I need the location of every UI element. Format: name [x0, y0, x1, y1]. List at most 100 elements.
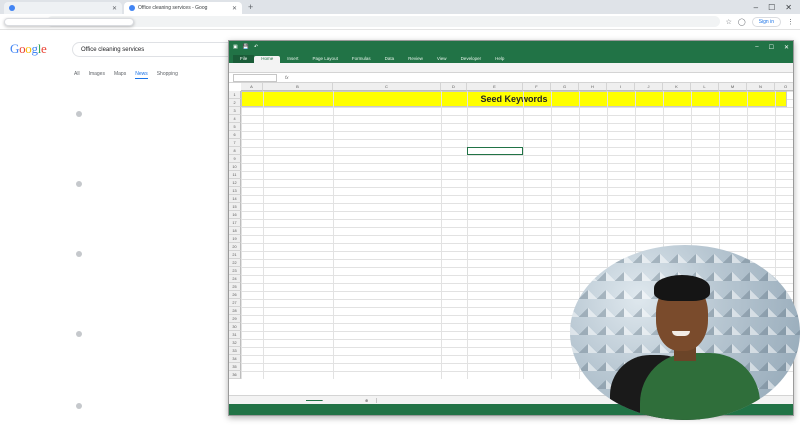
- row-header[interactable]: 30: [229, 323, 241, 331]
- cell[interactable]: [333, 259, 441, 267]
- cell[interactable]: [579, 107, 607, 115]
- cell[interactable]: [333, 163, 441, 171]
- cell[interactable]: [551, 107, 579, 115]
- column-header[interactable]: I: [607, 83, 635, 91]
- name-box[interactable]: [233, 73, 277, 82]
- column-header[interactable]: E: [467, 83, 523, 91]
- column-header[interactable]: F: [523, 83, 551, 91]
- cell[interactable]: [263, 155, 333, 163]
- cell[interactable]: [263, 163, 333, 171]
- cell[interactable]: [263, 251, 333, 259]
- sign-in-button[interactable]: Sign in: [751, 16, 781, 27]
- cell[interactable]: [263, 171, 333, 179]
- row-header[interactable]: 21: [229, 251, 241, 259]
- ribbon-tab-review[interactable]: Review: [401, 56, 430, 63]
- undo-icon[interactable]: ↶: [254, 44, 258, 50]
- cell[interactable]: [263, 115, 333, 123]
- cell[interactable]: [333, 299, 441, 307]
- cell[interactable]: [747, 107, 775, 115]
- row-header[interactable]: 16: [229, 211, 241, 219]
- star-icon[interactable]: ☆: [726, 18, 732, 26]
- menu-icon[interactable]: ⋮: [787, 18, 794, 26]
- cell[interactable]: [333, 323, 441, 331]
- row-header[interactable]: 13: [229, 187, 241, 195]
- ribbon-tab-data[interactable]: Data: [378, 56, 402, 63]
- column-header[interactable]: N: [747, 83, 775, 91]
- cell[interactable]: [263, 139, 333, 147]
- cell[interactable]: [775, 107, 793, 115]
- row-header[interactable]: 22: [229, 259, 241, 267]
- row-header[interactable]: 3: [229, 107, 241, 115]
- maximize-icon[interactable]: ☐: [769, 44, 774, 51]
- seed-keywords-banner[interactable]: Seed Keywords: [241, 91, 787, 107]
- cell[interactable]: [333, 235, 441, 243]
- column-header[interactable]: G: [551, 83, 579, 91]
- close-icon[interactable]: ✕: [785, 3, 792, 12]
- cell[interactable]: [635, 107, 663, 115]
- cell[interactable]: [263, 227, 333, 235]
- column-header[interactable]: A: [241, 83, 263, 91]
- row-header[interactable]: 20: [229, 243, 241, 251]
- column-header[interactable]: O: [775, 83, 793, 91]
- google-logo[interactable]: Google: [10, 41, 47, 57]
- tab-shopping[interactable]: Shopping: [157, 71, 178, 79]
- column-header[interactable]: M: [719, 83, 747, 91]
- cell[interactable]: [263, 235, 333, 243]
- new-tab-icon[interactable]: +: [244, 2, 257, 12]
- cell[interactable]: [263, 147, 333, 155]
- cell[interactable]: [333, 219, 441, 227]
- row-header[interactable]: 4: [229, 115, 241, 123]
- cell[interactable]: [333, 147, 441, 155]
- autosave-icon[interactable]: ▣: [233, 44, 238, 50]
- close-icon[interactable]: ✕: [232, 5, 237, 12]
- row-header[interactable]: 5: [229, 123, 241, 131]
- row-header[interactable]: 34: [229, 355, 241, 363]
- cell[interactable]: [333, 203, 441, 211]
- row-header[interactable]: 6: [229, 131, 241, 139]
- row-header[interactable]: 14: [229, 195, 241, 203]
- cell[interactable]: [523, 107, 551, 115]
- row-header[interactable]: 27: [229, 299, 241, 307]
- row-header[interactable]: 1: [229, 91, 241, 99]
- close-icon[interactable]: ✕: [784, 44, 789, 51]
- cell[interactable]: [467, 115, 523, 123]
- cell[interactable]: [333, 291, 441, 299]
- row-header[interactable]: 36: [229, 371, 241, 379]
- column-header[interactable]: L: [691, 83, 719, 91]
- ribbon-tab-home[interactable]: Home: [254, 56, 281, 63]
- cell[interactable]: [263, 219, 333, 227]
- column-header[interactable]: C: [333, 83, 441, 91]
- cell[interactable]: [333, 171, 441, 179]
- cell[interactable]: [467, 139, 523, 147]
- cell[interactable]: [333, 195, 441, 203]
- sheet-tab[interactable]: [306, 399, 323, 401]
- row-header[interactable]: 2: [229, 99, 241, 107]
- column-header[interactable]: J: [635, 83, 663, 91]
- cell[interactable]: [333, 283, 441, 291]
- row-header[interactable]: 35: [229, 363, 241, 371]
- row-header[interactable]: 32: [229, 339, 241, 347]
- row-header[interactable]: 24: [229, 275, 241, 283]
- row-header[interactable]: 28: [229, 307, 241, 315]
- cell[interactable]: [263, 187, 333, 195]
- row-header[interactable]: 8: [229, 147, 241, 155]
- row-header[interactable]: 9: [229, 155, 241, 163]
- close-icon[interactable]: ✕: [112, 5, 117, 12]
- row-header[interactable]: 10: [229, 163, 241, 171]
- ribbon-tab-view[interactable]: View: [430, 56, 454, 63]
- tab-maps[interactable]: Maps: [114, 71, 126, 79]
- save-icon[interactable]: 💾: [243, 44, 249, 50]
- row-header[interactable]: 23: [229, 267, 241, 275]
- column-header[interactable]: H: [579, 83, 607, 91]
- ribbon-tab-page-layout[interactable]: Page Layout: [306, 56, 345, 63]
- ribbon-tab-formulas[interactable]: Formulas: [345, 56, 378, 63]
- cell[interactable]: [263, 259, 333, 267]
- cell[interactable]: [333, 315, 441, 323]
- cell[interactable]: [333, 187, 441, 195]
- maximize-icon[interactable]: ☐: [768, 3, 775, 12]
- cell[interactable]: [333, 179, 441, 187]
- cell[interactable]: [441, 107, 467, 115]
- cell[interactable]: [263, 123, 333, 131]
- row-header[interactable]: 19: [229, 235, 241, 243]
- cell[interactable]: [263, 243, 333, 251]
